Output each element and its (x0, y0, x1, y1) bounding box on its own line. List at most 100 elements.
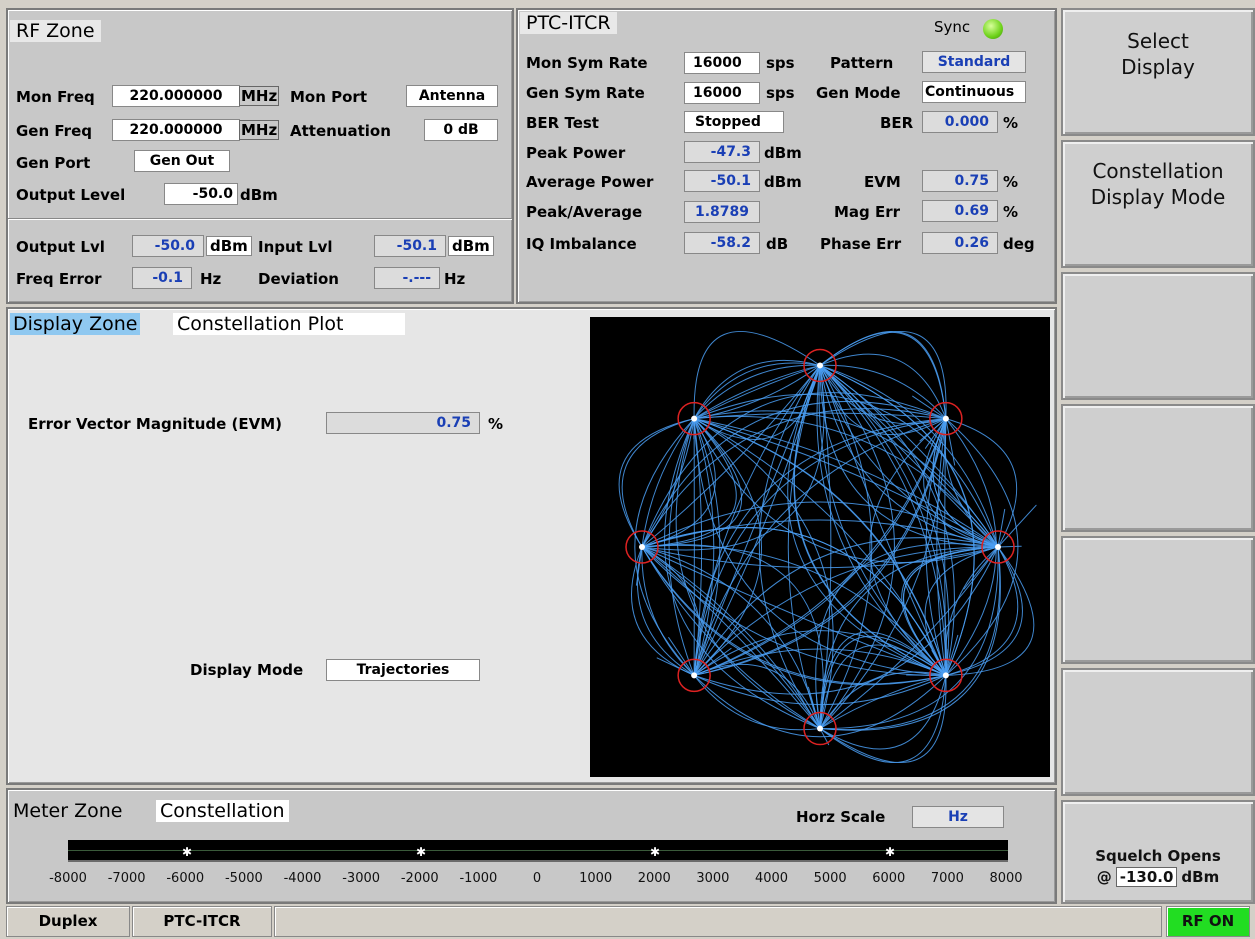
attenuation-label: Attenuation (290, 122, 391, 140)
ptc-zone: PTC-ITCR Sync Mon Sym Rate 16000 sps Gen… (516, 8, 1057, 304)
plot-title: Constellation Plot (173, 313, 405, 335)
phase-err-readout: 0.26 (922, 232, 998, 254)
symbol-point (639, 544, 645, 550)
display-mode-label: Display Mode (190, 661, 304, 679)
peak-power-readout: -47.3 (684, 141, 760, 163)
softkey-4[interactable] (1061, 404, 1255, 532)
phase-err-unit: deg (1003, 235, 1035, 253)
peak-power-unit: dBm (764, 144, 802, 162)
squelch-label: Squelch Opens (1095, 847, 1221, 865)
meter-title: Constellation (156, 800, 289, 822)
display-zone: Display Zone Constellation Plot Error Ve… (6, 307, 1057, 785)
meter-tick-label: -8000 (49, 871, 87, 886)
constellation-mode-button[interactable]: Constellation Display Mode (1061, 140, 1255, 268)
meter-tick-label: 6000 (872, 871, 906, 886)
meter-zone: Meter Zone Constellation Horz Scale Hz ✱… (6, 788, 1057, 904)
mon-port-field[interactable]: Antenna (406, 85, 498, 107)
output-level-label: Output Level (16, 186, 126, 204)
output-level-unit: dBm (240, 186, 278, 204)
symbol-point (691, 672, 698, 679)
meter-zone-title: Meter Zone (13, 800, 123, 822)
status-duplex[interactable]: Duplex (6, 906, 130, 937)
meter-tick-label: -3000 (342, 871, 381, 886)
meter-marker: ✱ (885, 845, 896, 859)
ber-label: BER (880, 114, 914, 132)
softkey-5[interactable] (1061, 536, 1255, 664)
ber-test-field[interactable]: Stopped (684, 111, 784, 133)
mag-err-unit: % (1003, 203, 1019, 221)
peak-avg-readout: 1.8789 (684, 201, 760, 223)
meter-tick-label: 5000 (813, 871, 847, 886)
symbol-point (691, 415, 698, 422)
deviation-label: Deviation (258, 270, 339, 288)
display-mode-field[interactable]: Trajectories (326, 659, 480, 681)
ber-unit: % (1003, 114, 1019, 132)
freq-error-unit: Hz (200, 270, 222, 288)
mag-err-label: Mag Err (834, 203, 901, 221)
mon-port-label: Mon Port (290, 88, 367, 106)
meter-marker: ✱ (650, 845, 661, 859)
mon-sym-rate-field[interactable]: 16000 (684, 52, 760, 74)
symbol-point (817, 362, 823, 369)
avg-power-unit: dBm (764, 173, 802, 191)
avg-power-label: Average Power (526, 173, 654, 191)
softkey-6[interactable] (1061, 668, 1255, 796)
freq-error-label: Freq Error (16, 270, 102, 288)
meter-tick-label: 1000 (579, 871, 613, 886)
constellation-mode-label: Constellation Display Mode (1090, 159, 1226, 209)
meter-tick-label: -1000 (459, 871, 498, 886)
gen-sym-rate-unit: sps (766, 84, 795, 102)
pattern-field[interactable]: Standard (922, 51, 1026, 73)
meter-tick-label: -2000 (400, 871, 439, 886)
mon-sym-rate-label: Mon Sym Rate (526, 54, 648, 72)
symbol-point (942, 672, 949, 679)
avg-power-readout: -50.1 (684, 170, 760, 192)
ptc-title: PTC-ITCR (520, 12, 617, 34)
meter-marker: ✱ (182, 845, 193, 859)
mon-freq-unit: MHz (239, 86, 280, 106)
status-message-area (274, 906, 1162, 937)
mon-freq-field[interactable]: 220.000000 (112, 85, 240, 107)
gen-mode-field[interactable]: Continuous (922, 81, 1026, 103)
peak-power-label: Peak Power (526, 144, 626, 162)
rf-on-indicator: RF ON (1166, 906, 1250, 937)
meter-bar: ✱ ✱ ✱ ✱ (68, 840, 1008, 862)
select-display-button[interactable]: Select Display (1061, 8, 1255, 136)
input-lvl-unit: dBm (448, 236, 494, 256)
meter-tick-label: 2000 (637, 871, 671, 886)
gen-port-field[interactable]: Gen Out (134, 150, 230, 172)
pattern-label: Pattern (830, 54, 894, 72)
input-lvl-readout: -50.1 (374, 235, 446, 257)
iq-imbalance-readout: -58.2 (684, 232, 760, 254)
deviation-unit: Hz (444, 270, 466, 288)
deviation-readout: -.--- (374, 267, 440, 289)
status-mode[interactable]: PTC-ITCR (132, 906, 272, 937)
gen-sym-rate-field[interactable]: 16000 (684, 82, 760, 104)
meter-tick-label: -4000 (283, 871, 322, 886)
gen-mode-label: Gen Mode (816, 84, 901, 102)
iq-imbalance-unit: dB (766, 235, 789, 253)
mon-freq-label: Mon Freq (16, 88, 95, 106)
symbol-point (995, 544, 1001, 550)
meter-tick-label: -6000 (166, 871, 205, 886)
evm-unit: % (1003, 173, 1019, 191)
meter-tick-label: 7000 (930, 871, 964, 886)
attenuation-field[interactable]: 0 dB (424, 119, 498, 141)
peak-avg-label: Peak/Average (526, 203, 643, 221)
horz-scale-field[interactable]: Hz (912, 806, 1004, 828)
output-level-field[interactable]: -50.0 (164, 183, 238, 205)
rf-zone-divider (8, 218, 512, 220)
sync-indicator-icon (983, 19, 1003, 39)
sync-label: Sync (934, 18, 971, 36)
phase-err-label: Phase Err (820, 235, 902, 253)
freq-error-readout: -0.1 (132, 267, 192, 289)
output-lvl-readout: -50.0 (132, 235, 204, 257)
squelch-field[interactable]: -130.0 (1115, 867, 1178, 887)
symbol-point (942, 415, 949, 422)
softkey-3[interactable] (1061, 272, 1255, 400)
gen-freq-field[interactable]: 220.000000 (112, 119, 240, 141)
gen-freq-label: Gen Freq (16, 122, 92, 140)
ber-test-label: BER Test (526, 114, 599, 132)
squelch-at: @ (1096, 868, 1112, 886)
output-lvl-unit: dBm (206, 236, 252, 256)
